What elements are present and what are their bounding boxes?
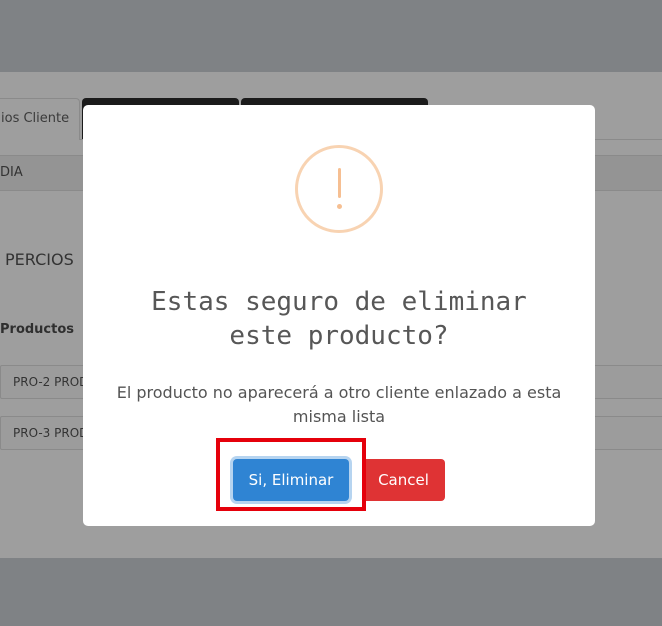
product-field-right-2[interactable] <box>590 416 662 450</box>
tab-datos-cliente[interactable]: ios Cliente <box>0 98 80 140</box>
section-title: PERCIOS <box>5 250 74 269</box>
warning-icon-line <box>338 168 341 198</box>
dialog-message: El producto no aparecerá a otro cliente … <box>116 383 562 426</box>
tab-label: ios Cliente <box>1 111 70 126</box>
strip-text: DIA <box>0 165 23 180</box>
footer-bar <box>0 558 662 626</box>
dialog-title: Estas seguro de eliminar este producto? <box>151 287 527 351</box>
cancel-button[interactable]: Cancel <box>362 459 445 501</box>
warning-icon-dot <box>337 204 342 209</box>
top-navbar <box>0 0 662 72</box>
confirm-delete-dialog: Estas seguro de eliminar este producto? … <box>83 105 595 526</box>
productos-label: Productos <box>0 322 75 337</box>
warning-icon <box>295 145 383 233</box>
product-field-right-1[interactable] <box>590 365 662 399</box>
confirm-delete-button[interactable]: Si, Eliminar <box>233 459 349 501</box>
